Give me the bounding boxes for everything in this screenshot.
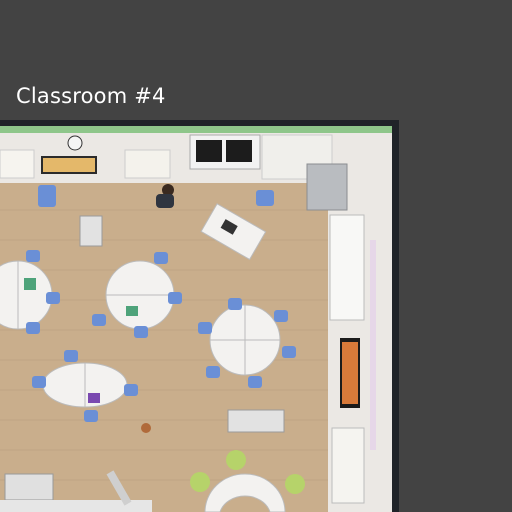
chair[interactable] [38,185,56,207]
bean-bag[interactable] [285,474,305,494]
toy [141,423,151,433]
whiteboard [329,214,365,321]
alphabet-border [370,240,376,450]
classroom-floorplan [0,120,399,512]
wall-trim [0,126,392,133]
storage-cart[interactable] [79,215,103,247]
poster [124,149,171,179]
bulletin-board-lower [331,427,365,504]
wall-clock [67,135,83,151]
cabinet [4,473,54,501]
bulletin-board [0,149,35,179]
storage-cart[interactable] [227,409,285,433]
chair[interactable] [256,190,274,206]
bean-bag[interactable] [226,450,246,470]
bean-bag[interactable] [190,472,210,492]
cabinet [306,163,348,211]
